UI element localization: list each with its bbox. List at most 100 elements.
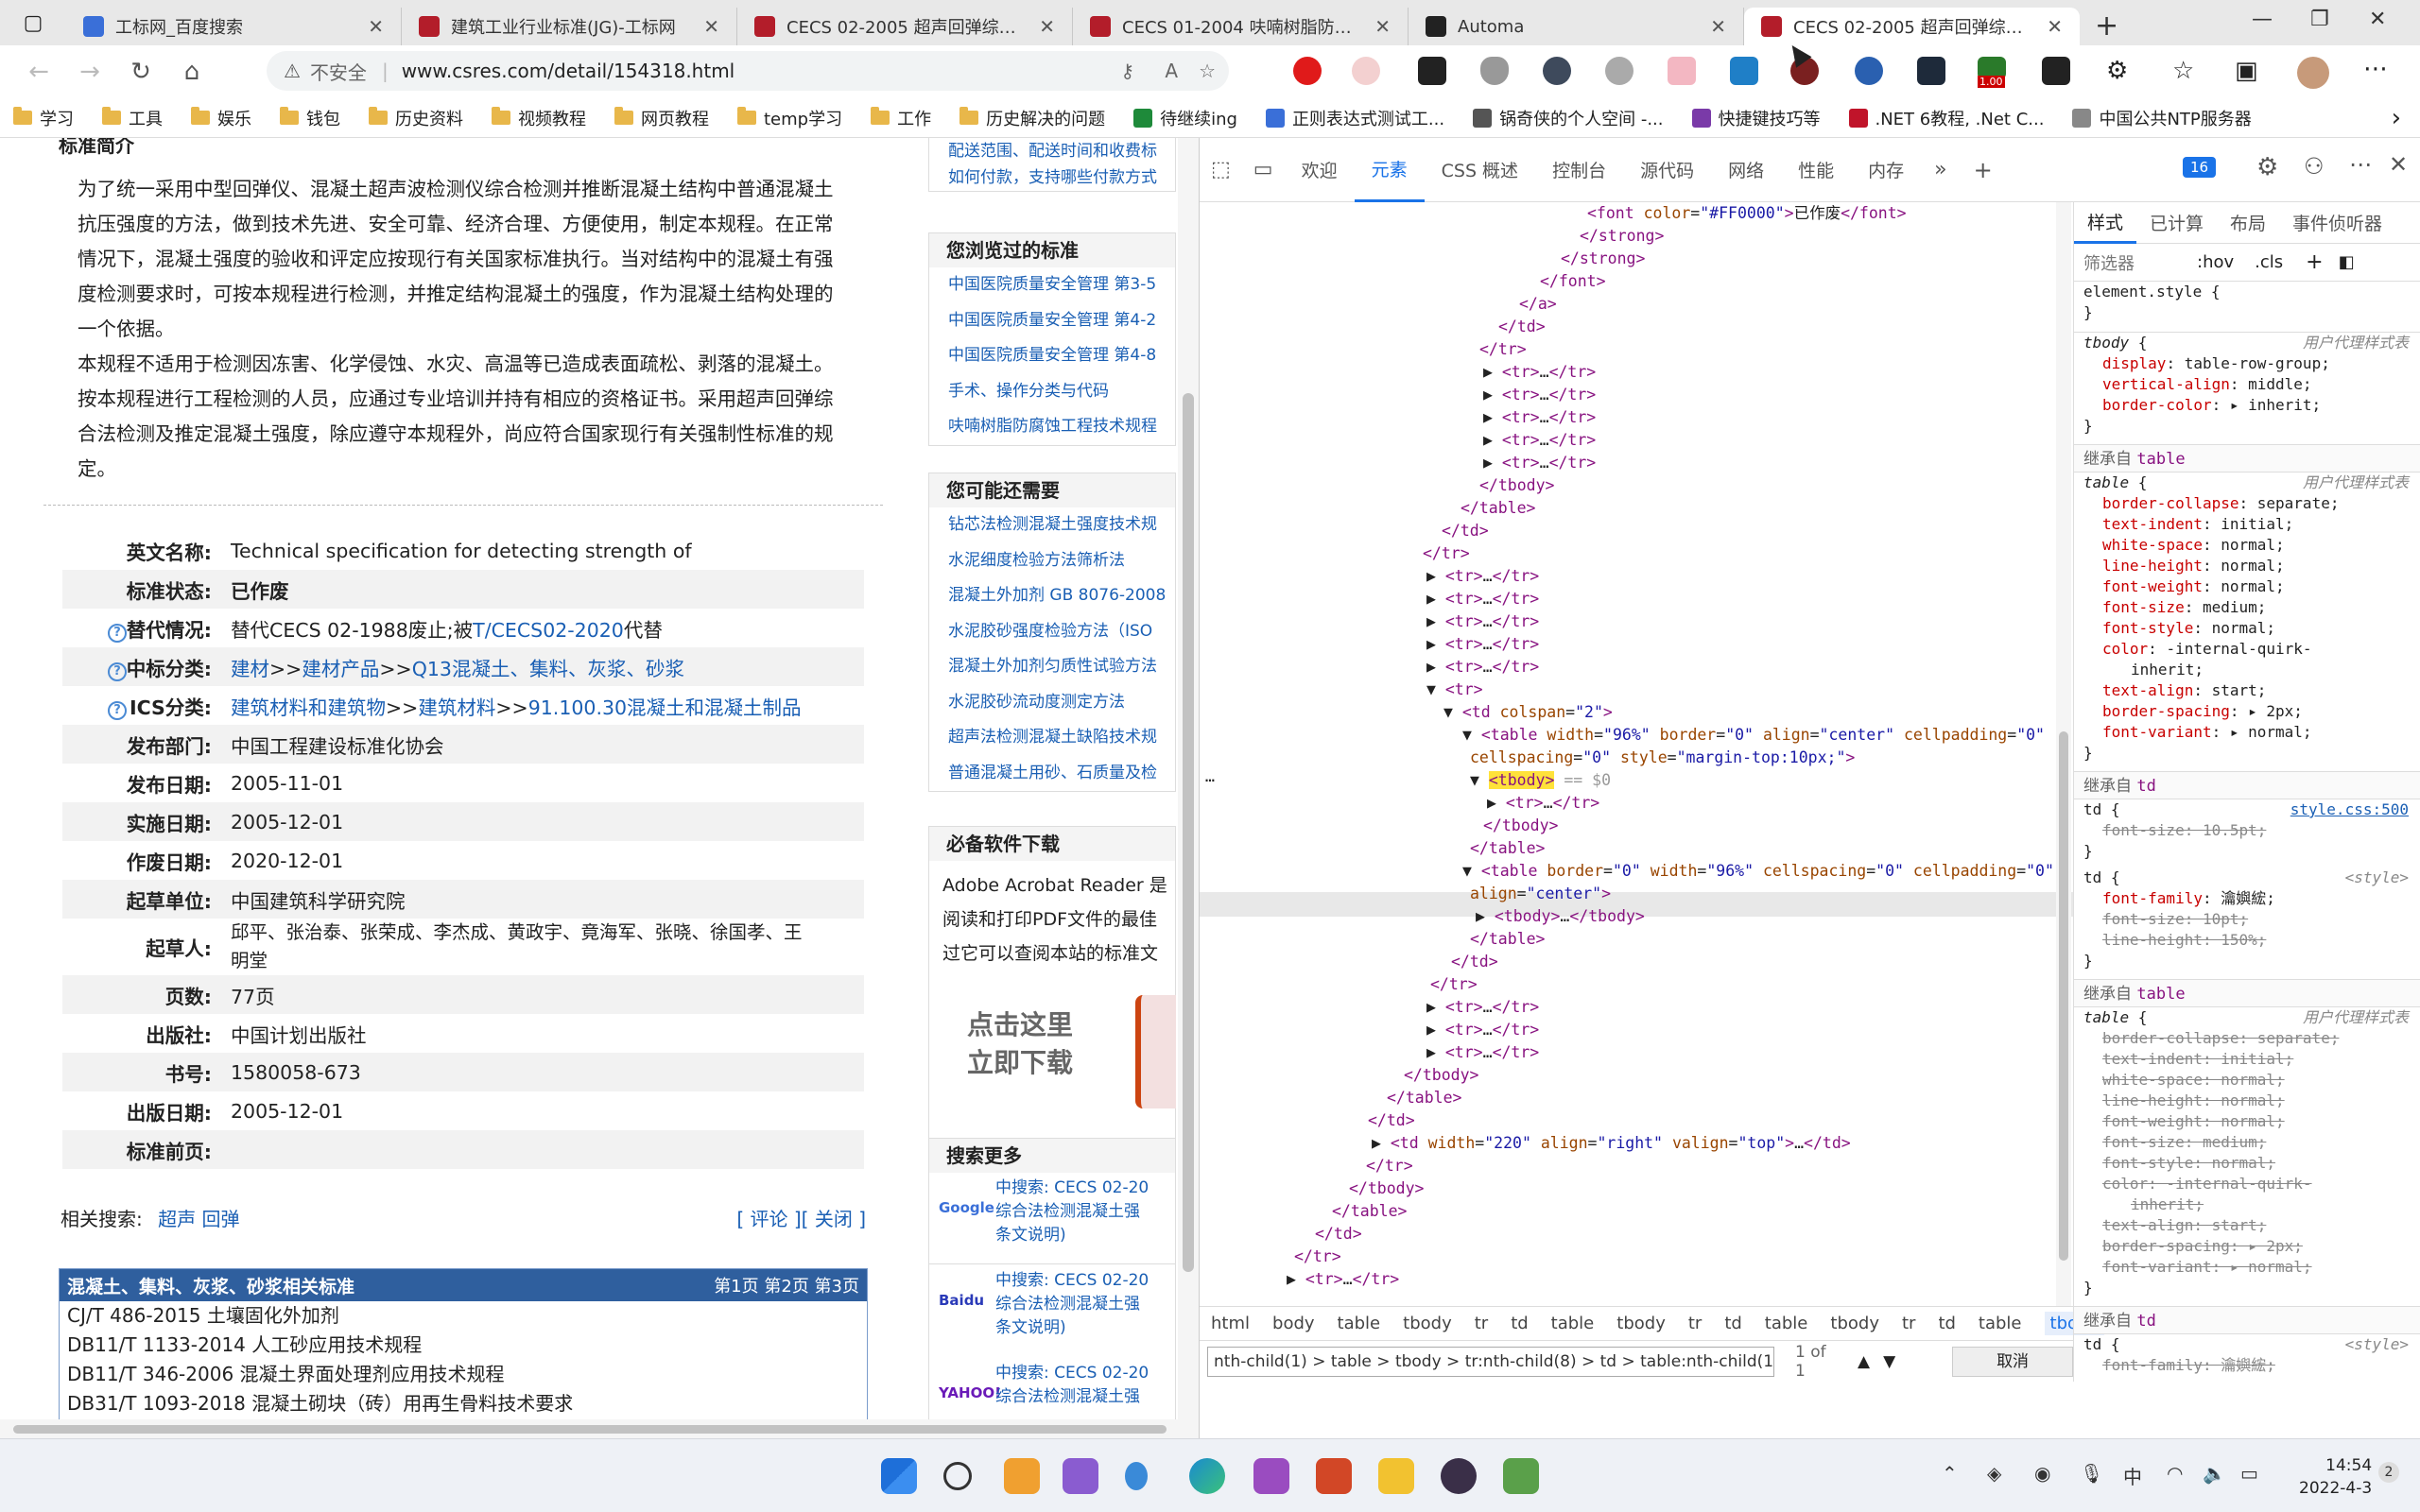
dom-node-line[interactable]: ▶ <tr>…</tr>	[1426, 610, 1539, 633]
styles-filter-input[interactable]: 筛选器	[2083, 250, 2187, 275]
replace-link[interactable]: T/CECS02-2020	[473, 619, 624, 642]
dom-node-line[interactable]: </tr>	[1479, 338, 1527, 361]
list-item[interactable]: DB11/T 1133-2014 人工砂应用技术规程	[60, 1331, 867, 1360]
bookmark-item[interactable]: 网页教程	[614, 106, 709, 130]
sidebar-link[interactable]: 水泥胶砂流动度测定方法	[929, 685, 1175, 721]
breadcrumb-item[interactable]: td	[1511, 1314, 1528, 1333]
sidebar-link[interactable]: 水泥细度检验方法筛析法	[929, 543, 1175, 579]
start-windows-icon[interactable]	[881, 1458, 917, 1494]
dom-node-line[interactable]: <font color="#FF0000">已作废</font>	[1587, 202, 1907, 225]
collections-icon[interactable]: ▣	[2235, 57, 2258, 85]
dom-node-line[interactable]: </tbody>	[1483, 815, 1558, 837]
dom-tree-scrollbar[interactable]	[2056, 202, 2071, 1306]
list-item[interactable]: DB31/T 1093-2018 混凝土砌块（砖）用再生骨料技术要求	[60, 1389, 867, 1418]
extension-icon[interactable]	[1543, 57, 1571, 85]
home-icon[interactable]: ⌂	[166, 58, 217, 86]
tab-close-icon[interactable]: ✕	[2047, 15, 2063, 38]
search-icon[interactable]	[943, 1462, 972, 1490]
shield-extension-icon[interactable]	[1480, 57, 1509, 85]
page-vertical-scrollbar[interactable]	[1178, 138, 1199, 1436]
class-link-jiancai-product[interactable]: 建材产品	[302, 658, 379, 680]
breadcrumb-item[interactable]: tbody	[1403, 1314, 1452, 1333]
tab-close-icon[interactable]: ✕	[1039, 15, 1055, 38]
dom-node-line[interactable]: </tr>	[1430, 973, 1478, 996]
microphone-icon[interactable]: 🎙	[2080, 1462, 2103, 1485]
dom-node-line[interactable]: ▼ <tr>	[1426, 679, 1483, 701]
devtools-tab[interactable]: 欢迎	[1285, 138, 1355, 202]
dom-node-line[interactable]: </strong>	[1561, 248, 1645, 270]
tab-close-icon[interactable]: ✕	[1710, 15, 1726, 38]
dom-node-line[interactable]: ▶ <tr>…</tr>	[1426, 588, 1539, 610]
devtools-tab[interactable]: CSS 概述	[1425, 138, 1535, 202]
sidebar-link[interactable]: 中国医院质量安全管理 第4-2	[929, 303, 1175, 339]
extension-icon[interactable]	[1418, 57, 1446, 85]
ics-link-concrete[interactable]: 91.100.30混凝土和混凝土制品	[528, 696, 802, 719]
node-actions-icon[interactable]: ⋯	[1205, 769, 1215, 792]
dom-node-line[interactable]: </a>	[1519, 293, 1557, 316]
breadcrumb-item[interactable]: table	[1338, 1314, 1381, 1333]
automa-extension-icon[interactable]	[2042, 57, 2070, 85]
wifi-icon[interactable]: ◠	[2167, 1462, 2183, 1485]
extension-icon[interactable]	[1917, 57, 1945, 85]
dom-node-line[interactable]: cellspacing="0" style="margin-top:10px;"…	[1470, 747, 1855, 769]
bookmark-item[interactable]: temp学习	[737, 106, 842, 130]
dom-tree[interactable]: <font size="3">▼ <strong>▼ <strong><font…	[1200, 202, 2073, 1306]
tab-actions-icon[interactable]: ▢	[0, 11, 66, 35]
comment-close-links[interactable]: [ 评论 ][ 关闭 ]	[736, 1204, 866, 1231]
extension-icon[interactable]	[1352, 57, 1380, 85]
dom-node-line[interactable]: ▶ <tr>…</tr>	[1426, 1041, 1539, 1064]
inspect-icon[interactable]: ⬚	[1200, 158, 1242, 181]
extension-icon[interactable]: 1.00	[1978, 57, 2006, 88]
list-item[interactable]: CJ/T 486-2015 土壤固化外加剂	[60, 1301, 867, 1331]
clock[interactable]: 14:54 2022-4-3	[2299, 1454, 2372, 1500]
app-icon[interactable]	[1441, 1458, 1477, 1494]
ics-link-building[interactable]: 建筑材料和建筑物	[231, 696, 386, 719]
app-icon[interactable]	[1063, 1458, 1098, 1494]
dom-search-input[interactable]: nth-child(1) > table > tbody > tr:nth-ch…	[1207, 1346, 1774, 1377]
bookmark-item[interactable]: 待继续ing	[1133, 106, 1237, 130]
related-search-links[interactable]: 超声 回弹	[158, 1208, 239, 1230]
devtools-tab[interactable]: 网络	[1711, 138, 1781, 202]
help-link[interactable]: 配送范围、配送时间和收费标	[929, 138, 1175, 164]
breadcrumb-item[interactable]: tr	[1902, 1314, 1915, 1333]
breadcrumb-item[interactable]: tr	[1475, 1314, 1488, 1333]
sidebar-link[interactable]: 中国医院质量安全管理 第4-8	[929, 338, 1175, 374]
breadcrumb-item[interactable]: tbody	[1830, 1314, 1879, 1333]
breadcrumb-item[interactable]: tr	[1688, 1314, 1702, 1333]
dom-node-line[interactable]: </td>	[1498, 316, 1546, 338]
store-icon[interactable]	[1004, 1458, 1040, 1494]
dom-node-line[interactable]: ▶ <tr>…</tr>	[1426, 996, 1539, 1019]
class-link-jiancai[interactable]: 建材	[231, 658, 269, 680]
dom-node-line[interactable]: ▼ <table border="0" width="96%" cellspac…	[1462, 860, 2054, 883]
dom-node-line[interactable]: ▶ <tr>…</tr>	[1426, 656, 1539, 679]
ics-link-material[interactable]: 建筑材料	[418, 696, 495, 719]
sidebar-link[interactable]: 呋喃树脂防腐蚀工程技术规程	[929, 409, 1175, 445]
help-icon[interactable]: ?	[108, 623, 127, 643]
dom-node-line[interactable]: </tbody>	[1349, 1177, 1424, 1200]
extensions-icon[interactable]: ⚙	[2106, 57, 2128, 85]
breadcrumb-item[interactable]: tbody	[1616, 1314, 1666, 1333]
dom-node-line[interactable]: ▶ <td width="220" align="right" valign="…	[1372, 1132, 1851, 1155]
dom-node-line[interactable]: ▶ <tr>…</tr>	[1426, 565, 1539, 588]
read-aloud-icon[interactable]: A	[1165, 60, 1178, 82]
notification-badge[interactable]: 2	[2378, 1462, 2399, 1483]
app-icon[interactable]	[1503, 1458, 1539, 1494]
devtools-tab[interactable]: 性能	[1781, 138, 1851, 202]
sidebar-link[interactable]: 钻芯法检测混凝土强度技术规	[929, 507, 1175, 543]
breadcrumb-item[interactable]: html	[1211, 1314, 1250, 1333]
bookmark-item[interactable]: 钱包	[280, 106, 340, 130]
dom-node-line[interactable]: ▶ <tr>…</tr>	[1426, 1019, 1539, 1041]
dom-node-line[interactable]: </table>	[1332, 1200, 1407, 1223]
key-icon[interactable]: ⚷	[1120, 60, 1134, 82]
sidebar-link[interactable]: 混凝土外加剂匀质性试验方法	[929, 649, 1175, 685]
tray-app-icon[interactable]: ◉	[2034, 1462, 2050, 1485]
dom-node-line[interactable]: ▼ <tbody> == $0	[1470, 769, 1611, 792]
more-tabs-icon[interactable]: »	[1921, 158, 1960, 181]
reload-icon[interactable]: ↻	[115, 58, 166, 86]
settings-gear-icon[interactable]: ⚙	[2256, 153, 2278, 181]
list-pagination[interactable]: 第1页 第2页 第3页	[714, 1273, 859, 1297]
browser-tab[interactable]: CECS 01-2004 呋喃树脂防腐蚀工 ✕	[1073, 8, 1409, 45]
new-tab-button[interactable]: +	[2095, 9, 2118, 43]
minimize-icon[interactable]: —	[2252, 8, 2273, 31]
dom-node-line[interactable]: </table>	[1470, 837, 1545, 860]
